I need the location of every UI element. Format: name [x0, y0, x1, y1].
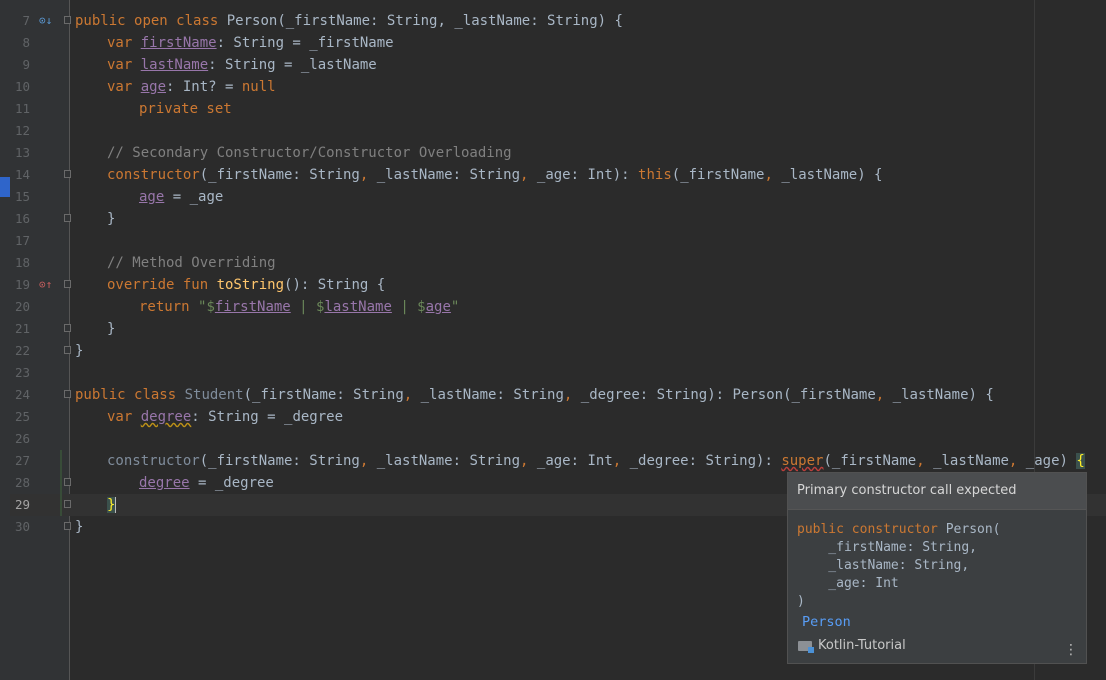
- code-line[interactable]: 12: [0, 120, 1106, 142]
- code-line[interactable]: 23: [0, 362, 1106, 384]
- line-number: 11: [14, 101, 30, 116]
- line-number: 9: [22, 57, 30, 72]
- error-message: Primary constructor call expected: [788, 473, 1086, 510]
- overrides-icon[interactable]: ⊙↑: [39, 278, 52, 292]
- code-comment: // Secondary Constructor/Constructor Ove…: [107, 145, 512, 161]
- code-text: var degree: String = _degree: [107, 409, 344, 425]
- code-line[interactable]: 7 ⊙↓ public open class Person(_firstName…: [0, 10, 1106, 32]
- code-text: private set: [139, 101, 232, 117]
- line-number: 8: [22, 35, 30, 50]
- code-line[interactable]: 15 age = _age: [0, 186, 1106, 208]
- line-number: 17: [14, 233, 30, 248]
- fold-toggle-icon[interactable]: [64, 346, 71, 354]
- code-line[interactable]: 9 var lastName: String = _lastName: [0, 54, 1106, 76]
- fold-toggle-icon[interactable]: [64, 170, 71, 178]
- code-text: constructor(_firstName: String, _lastNam…: [107, 167, 883, 183]
- code-text: }: [107, 211, 116, 227]
- signature-line-3: _age: Int: [797, 576, 899, 591]
- code-text: return "$firstName | $lastName | $age": [139, 299, 460, 315]
- line-number: 20: [14, 299, 30, 314]
- line-number: 28: [14, 475, 30, 490]
- code-line[interactable]: 26: [0, 428, 1106, 450]
- line-number: 10: [14, 79, 30, 94]
- line-number: 12: [14, 123, 30, 138]
- fold-toggle-icon[interactable]: [64, 478, 71, 486]
- code-editor[interactable]: 7 ⊙↓ public open class Person(_firstName…: [0, 0, 1106, 680]
- line-number: 14: [14, 167, 30, 182]
- signature-line-0: public constructor: [797, 522, 946, 537]
- module-info: Kotlin-Tutorial: [798, 638, 906, 653]
- code-line[interactable]: 19 ⊙↑ override fun toString(): String {: [0, 274, 1106, 296]
- code-line[interactable]: 22 }: [0, 340, 1106, 362]
- code-line[interactable]: 16 }: [0, 208, 1106, 230]
- module-folder-icon: [798, 640, 814, 653]
- text-cursor: [115, 497, 117, 513]
- code-text: }: [75, 343, 84, 359]
- code-line[interactable]: 24 public class Student(_firstName: Stri…: [0, 384, 1106, 406]
- module-name: Kotlin-Tutorial: [818, 638, 906, 653]
- code-text: var firstName: String = _firstName: [107, 35, 394, 51]
- fold-toggle-icon[interactable]: [64, 280, 71, 288]
- fold-toggle-icon[interactable]: [64, 390, 71, 398]
- code-line[interactable]: 27 constructor(_firstName: String, _last…: [0, 450, 1106, 472]
- code-comment: // Method Overriding: [107, 255, 276, 271]
- code-line[interactable]: 21 }: [0, 318, 1106, 340]
- code-text: public class Student(_firstName: String,…: [75, 387, 994, 403]
- super-call-error: super: [781, 453, 824, 469]
- line-number: 19: [14, 277, 30, 292]
- line-number: 16: [14, 211, 30, 226]
- code-line[interactable]: 11 private set: [0, 98, 1106, 120]
- line-number: 25: [14, 409, 30, 424]
- line-number: 15: [14, 189, 30, 204]
- code-line[interactable]: 14 constructor(_firstName: String, _last…: [0, 164, 1106, 186]
- line-number: 18: [14, 255, 30, 270]
- line-number: 27: [14, 453, 30, 468]
- fold-toggle-icon[interactable]: [64, 214, 71, 222]
- signature-person: Person(: [945, 522, 1001, 537]
- code-text: public open class Person(_firstName: Str…: [75, 13, 623, 29]
- code-line[interactable]: 18 // Method Overriding: [0, 252, 1106, 274]
- code-text: }: [107, 497, 117, 513]
- constructor-signature: public constructor Person( _firstName: S…: [797, 521, 1001, 611]
- line-number: 23: [14, 365, 30, 380]
- line-number: 30: [14, 519, 30, 534]
- class-link[interactable]: Person: [802, 614, 851, 630]
- code-line[interactable]: 8 var firstName: String = _firstName: [0, 32, 1106, 54]
- more-vertical-icon[interactable]: ⋮: [1064, 643, 1078, 657]
- code-text: var age: Int? = null: [107, 79, 276, 95]
- signature-line-2: _lastName: String,: [797, 558, 970, 573]
- line-number: 29: [14, 497, 30, 512]
- line-number: 13: [14, 145, 30, 160]
- line-number: 26: [14, 431, 30, 446]
- fold-toggle-icon[interactable]: [64, 324, 71, 332]
- implemented-icon[interactable]: ⊙↓: [39, 14, 52, 28]
- code-text: }: [75, 519, 84, 535]
- fold-toggle-icon[interactable]: [64, 522, 71, 530]
- line-number: 21: [14, 321, 30, 336]
- code-text: override fun toString(): String {: [107, 277, 386, 293]
- code-text: degree = _degree: [139, 475, 274, 491]
- code-line[interactable]: 25 var degree: String = _degree: [0, 406, 1106, 428]
- signature-line-1: _firstName: String,: [797, 540, 978, 555]
- line-number: 24: [14, 387, 30, 402]
- code-line[interactable]: 17: [0, 230, 1106, 252]
- code-line[interactable]: 10 var age: Int? = null: [0, 76, 1106, 98]
- code-line[interactable]: 13 // Secondary Constructor/Constructor …: [0, 142, 1106, 164]
- code-line[interactable]: 20 return "$firstName | $lastName | $age…: [0, 296, 1106, 318]
- signature-line-4: ): [797, 594, 805, 609]
- code-text: age = _age: [139, 189, 224, 205]
- code-text: }: [107, 321, 116, 337]
- fold-toggle-icon[interactable]: [64, 16, 71, 24]
- error-tooltip-popup[interactable]: Primary constructor call expected public…: [787, 472, 1087, 664]
- code-text: constructor(_firstName: String, _lastNam…: [107, 453, 1085, 469]
- line-number: 7: [22, 13, 30, 28]
- line-number: 22: [14, 343, 30, 358]
- code-text: var lastName: String = _lastName: [107, 57, 377, 73]
- fold-toggle-icon[interactable]: [64, 500, 71, 508]
